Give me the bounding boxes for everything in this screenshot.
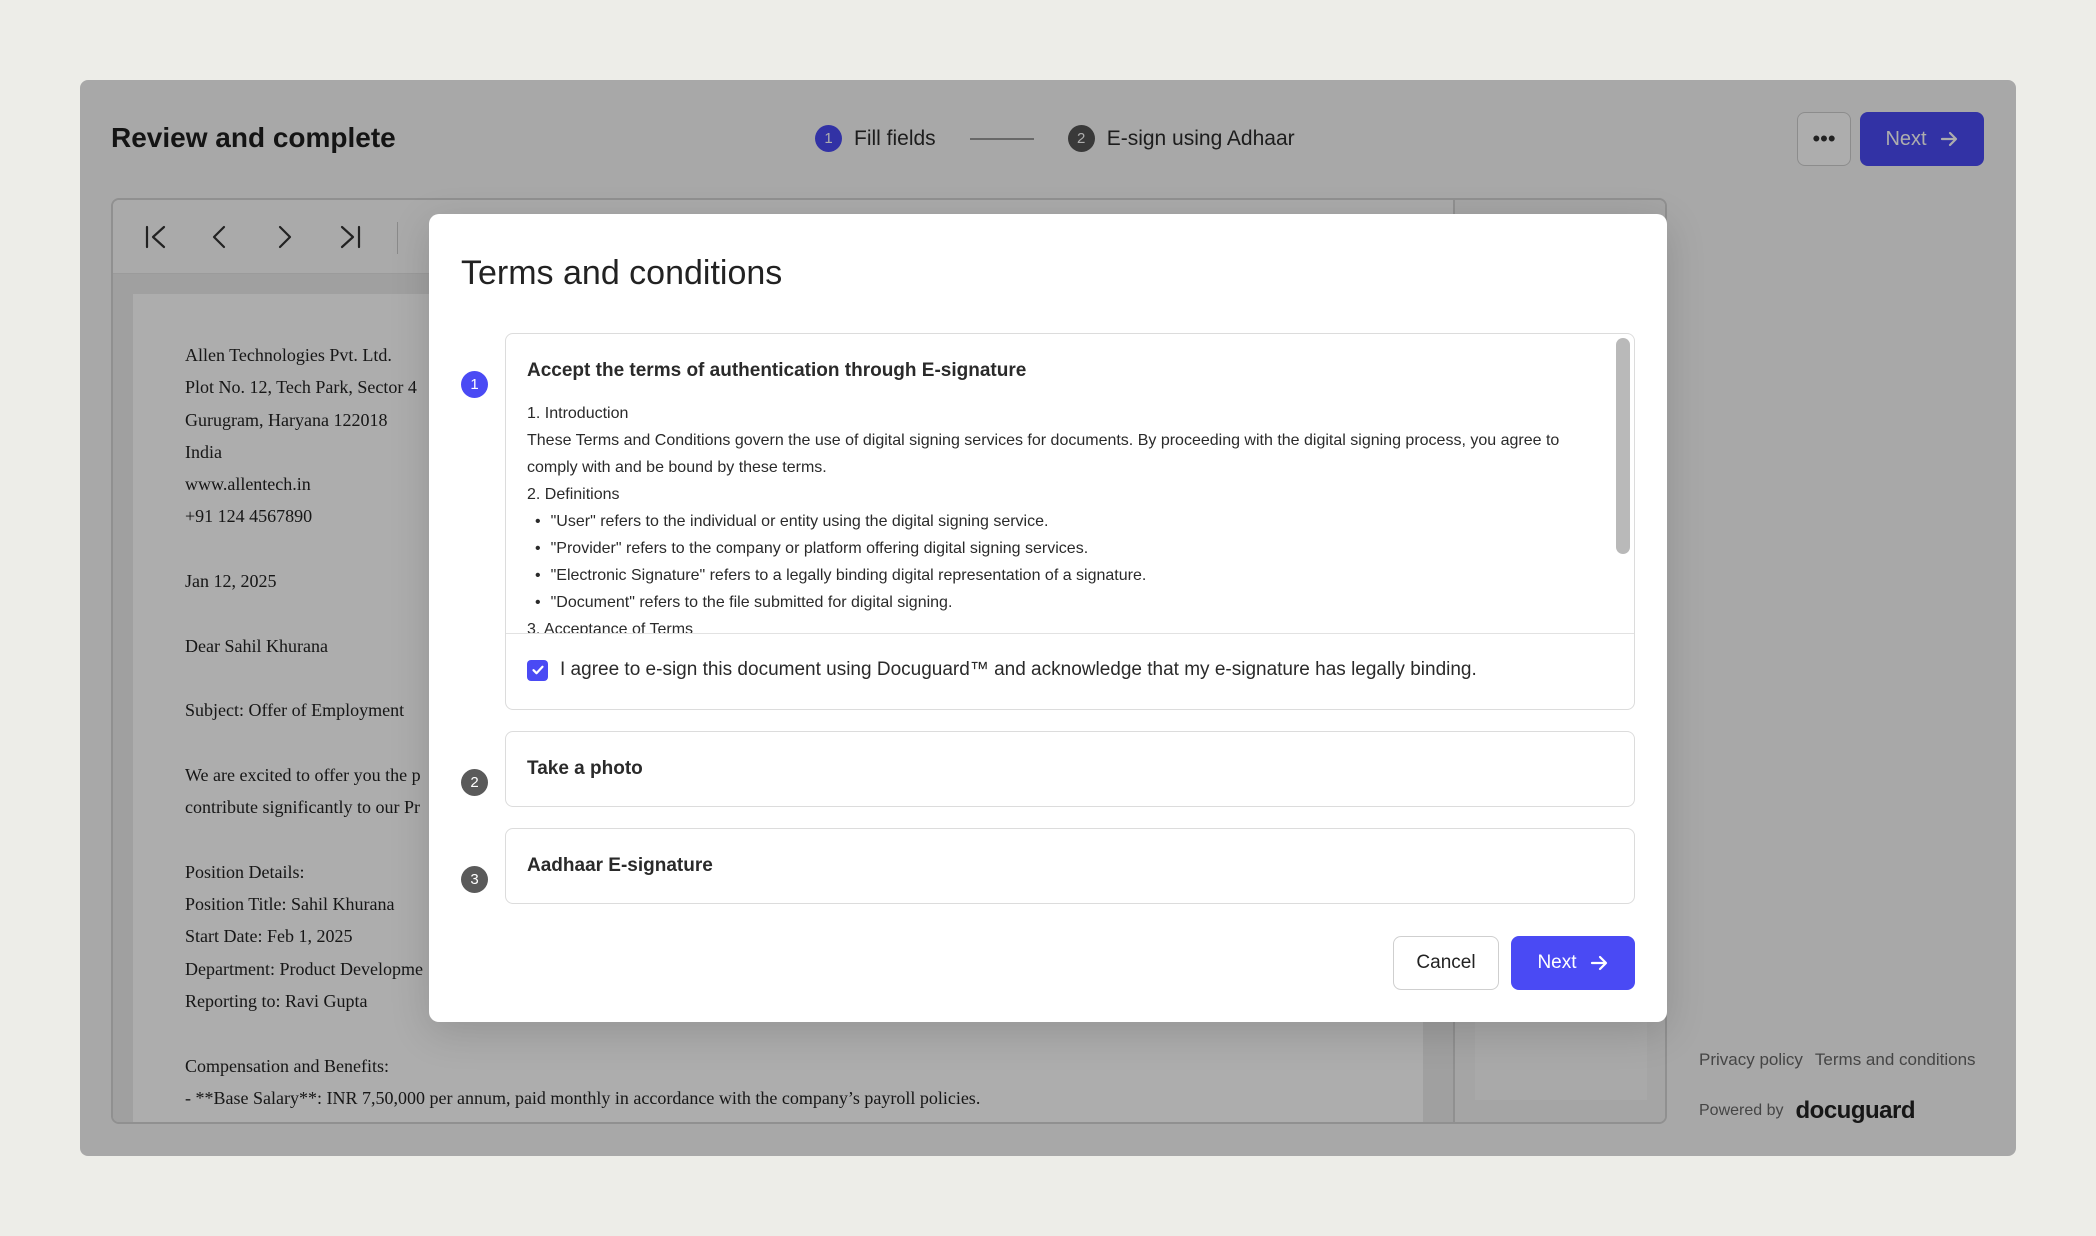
agree-checkbox[interactable]	[527, 659, 548, 681]
terms-scroll-area[interactable]: Accept the terms of authentication throu…	[506, 334, 1634, 634]
modal-title: Terms and conditions	[461, 254, 783, 292]
next-label: Next	[1537, 952, 1577, 973]
terms-modal: Terms and conditions 1 Accept the terms …	[429, 214, 1667, 1022]
terms-paragraph: These Terms and Conditions govern the us…	[527, 432, 1560, 476]
cancel-button[interactable]: Cancel	[1393, 936, 1499, 990]
agree-row: I agree to e-sign this document using Do…	[527, 659, 1477, 681]
check-icon	[531, 665, 544, 675]
list-item: "User" refers to the individual or entit…	[535, 508, 1589, 535]
modal-next-button[interactable]: Next	[1511, 936, 1635, 990]
terms-heading: 2. Definitions	[527, 486, 620, 503]
definitions-list: "User" refers to the individual or entit…	[527, 508, 1589, 616]
card-title: Aadhaar E-signature	[527, 855, 713, 876]
modal-step-number: 1	[461, 371, 488, 398]
terms-heading: 1. Introduction	[527, 405, 629, 422]
list-item: "Document" refers to the file submitted …	[535, 589, 1589, 616]
aadhaar-esign-card[interactable]: Aadhaar E-signature	[505, 828, 1635, 904]
terms-body: 1. Introduction These Terms and Conditio…	[527, 400, 1589, 634]
list-item: "Provider" refers to the company or plat…	[535, 535, 1589, 562]
card-title: Accept the terms of authentication throu…	[527, 360, 1027, 381]
modal-step-number: 3	[461, 866, 488, 893]
cancel-label: Cancel	[1416, 952, 1476, 973]
agree-text: I agree to e-sign this document using Do…	[560, 659, 1477, 680]
terms-heading: 3. Acceptance of Terms	[527, 621, 694, 634]
list-item: "Electronic Signature" refers to a legal…	[535, 562, 1589, 589]
accept-terms-card: Accept the terms of authentication throu…	[505, 333, 1635, 710]
take-photo-card[interactable]: Take a photo	[505, 731, 1635, 807]
modal-step-number: 2	[461, 769, 488, 796]
card-title: Take a photo	[527, 758, 643, 779]
scrollbar[interactable]	[1616, 338, 1630, 554]
arrow-right-icon	[1590, 955, 1607, 971]
